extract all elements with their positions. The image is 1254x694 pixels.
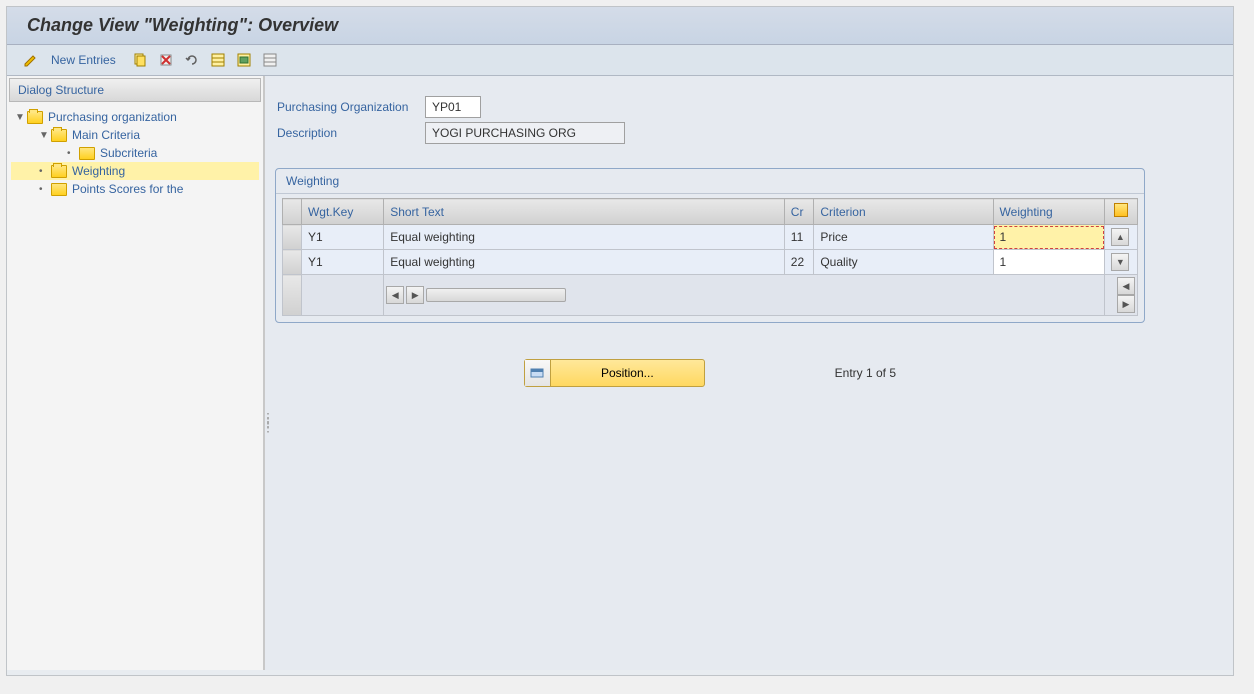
- layout-config-button[interactable]: [1105, 199, 1138, 225]
- bullet-icon: •: [39, 166, 51, 177]
- dialog-structure-panel: Dialog Structure ▼ Purchasing organizati…: [7, 76, 265, 670]
- tree-node-points-scores[interactable]: • Points Scores for the: [11, 180, 259, 198]
- section-title: Weighting: [276, 169, 1144, 194]
- scroll-right-button[interactable]: ▶: [406, 286, 424, 304]
- folder-icon: [51, 129, 67, 142]
- table-settings-icon: [1114, 203, 1128, 217]
- entry-counter: Entry 1 of 5: [835, 366, 896, 380]
- col-criterion[interactable]: Criterion: [814, 199, 993, 225]
- tree-label: Purchasing organization: [48, 110, 177, 124]
- scroll-left-button-2[interactable]: ◀: [1117, 277, 1135, 295]
- new-entries-button[interactable]: New Entries: [51, 53, 116, 67]
- tree-node-subcriteria[interactable]: • Subcriteria: [11, 144, 259, 162]
- table-row[interactable]: Y1 Equal weighting 22 Quality 1 ▼: [283, 250, 1138, 275]
- undo-icon[interactable]: [182, 51, 202, 69]
- col-cr[interactable]: Cr: [784, 199, 814, 225]
- splitter-handle[interactable]: ⋮⋮⋮: [261, 416, 274, 428]
- cell-wgt-key[interactable]: Y1: [301, 250, 383, 275]
- cell-short-text[interactable]: Equal weighting: [384, 225, 785, 250]
- row-selector-header[interactable]: [283, 199, 302, 225]
- tree-node-weighting[interactable]: • Weighting: [11, 162, 259, 180]
- folder-open-icon: [51, 165, 67, 178]
- cell-criterion[interactable]: Price: [814, 225, 993, 250]
- weighting-table: Wgt.Key Short Text Cr Criterion Weightin…: [282, 198, 1138, 316]
- description-label: Description: [275, 126, 425, 140]
- scroll-up-button[interactable]: ▲: [1105, 225, 1138, 250]
- folder-icon: [51, 183, 67, 196]
- row-selector[interactable]: [283, 250, 302, 275]
- content-panel: ⋮⋮⋮ Purchasing Organization Description …: [265, 76, 1233, 670]
- folder-icon: [79, 147, 95, 160]
- row-selector[interactable]: [283, 225, 302, 250]
- description-input: [425, 122, 625, 144]
- collapse-icon[interactable]: ▼: [39, 130, 51, 141]
- cell-cr[interactable]: 11: [784, 225, 814, 250]
- tree-label: Main Criteria: [72, 128, 140, 142]
- select-all-icon[interactable]: [208, 51, 228, 69]
- col-short-text[interactable]: Short Text: [384, 199, 785, 225]
- tree-label: Weighting: [72, 164, 125, 178]
- position-button[interactable]: Position...: [524, 359, 705, 387]
- tree-label: Subcriteria: [100, 146, 157, 160]
- col-weighting[interactable]: Weighting: [993, 199, 1105, 225]
- scroll-left-button[interactable]: ◀: [386, 286, 404, 304]
- scroll-right-button-2[interactable]: ▶: [1117, 295, 1135, 313]
- table-row[interactable]: Y1 Equal weighting 11 Price 1 ▲: [283, 225, 1138, 250]
- scroll-down-button[interactable]: ▼: [1105, 250, 1138, 275]
- purchasing-org-label: Purchasing Organization: [275, 100, 425, 114]
- cell-wgt-key[interactable]: Y1: [301, 225, 383, 250]
- cell-criterion[interactable]: Quality: [814, 250, 993, 275]
- app-window: Change View "Weighting": Overview New En…: [6, 6, 1234, 676]
- edit-icon[interactable]: [21, 51, 41, 69]
- cell-cr[interactable]: 22: [784, 250, 814, 275]
- bullet-icon: •: [67, 148, 79, 159]
- position-button-label: Position...: [551, 366, 704, 380]
- deselect-all-icon[interactable]: [260, 51, 280, 69]
- copy-icon[interactable]: [130, 51, 150, 69]
- tree-header: Dialog Structure: [9, 78, 261, 102]
- title-bar: Change View "Weighting": Overview: [7, 7, 1233, 45]
- tree-label: Points Scores for the: [72, 182, 183, 196]
- scrollbar-thumb[interactable]: [426, 288, 566, 302]
- cell-weighting-editing[interactable]: 1: [993, 225, 1105, 250]
- weighting-section: Weighting Wgt.Key Short Text Cr Criterio…: [275, 168, 1145, 323]
- tree-node-main-criteria[interactable]: ▼ Main Criteria: [11, 126, 259, 144]
- cell-weighting[interactable]: 1: [993, 250, 1105, 275]
- page-title: Change View "Weighting": Overview: [27, 15, 1213, 36]
- bullet-icon: •: [39, 184, 51, 195]
- toolbar: New Entries: [7, 45, 1233, 76]
- delete-icon[interactable]: [156, 51, 176, 69]
- collapse-icon[interactable]: ▼: [15, 112, 27, 123]
- col-wgt-key[interactable]: Wgt.Key: [301, 199, 383, 225]
- purchasing-org-input[interactable]: [425, 96, 481, 118]
- folder-icon: [27, 111, 43, 124]
- select-block-icon[interactable]: [234, 51, 254, 69]
- cell-short-text[interactable]: Equal weighting: [384, 250, 785, 275]
- position-icon: [530, 366, 544, 380]
- horizontal-scrollbar[interactable]: ◀ ▶: [386, 286, 1102, 304]
- tree-node-purchasing-organization[interactable]: ▼ Purchasing organization: [11, 108, 259, 126]
